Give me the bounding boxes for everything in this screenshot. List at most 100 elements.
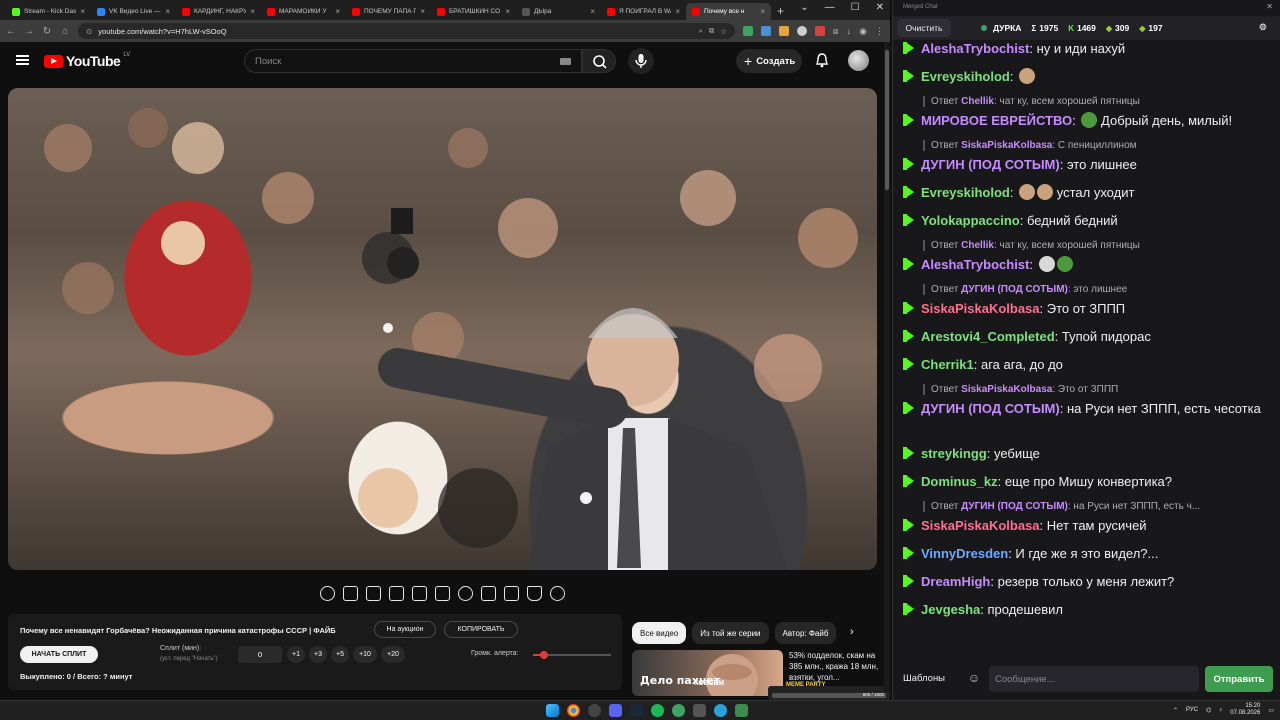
chat-username[interactable]: Evreyskiholod	[921, 69, 1010, 84]
clock[interactable]: 15:20 07.08.2026	[1230, 703, 1260, 717]
minimize-icon[interactable]: —	[825, 2, 835, 13]
network-icon[interactable]: ⌬	[1206, 707, 1211, 714]
notifications-bell-icon[interactable]	[814, 52, 830, 74]
search-button[interactable]	[582, 49, 616, 73]
account-avatar[interactable]	[848, 50, 869, 71]
filter-chip[interactable]: Автор: Файб	[774, 622, 837, 644]
page-scrollbar[interactable]	[884, 42, 890, 692]
browser-tab[interactable]: Почему все н ×	[686, 3, 771, 20]
copy-button[interactable]: КОПИРОВАТЬ	[444, 621, 518, 638]
keyboard-icon[interactable]	[560, 58, 571, 65]
filter-chip[interactable]: Все видео	[632, 622, 687, 644]
chat-username[interactable]: Dominus_kz	[921, 474, 998, 489]
spotify-icon[interactable]	[651, 704, 664, 717]
chat-username[interactable]: Yolokappaccino	[921, 213, 1020, 228]
puzzle-icon[interactable]: ⧈	[833, 26, 839, 37]
templates-button[interactable]: Шаблоны	[903, 673, 945, 684]
chat-username[interactable]: ДУГИН (ПОД СОТЫМ)	[921, 401, 1060, 416]
message-input[interactable]: Сообщение...	[989, 666, 1199, 692]
browser-tab[interactable]: ДЫра ×	[516, 3, 601, 20]
steam-icon[interactable]	[630, 704, 643, 717]
tab-close-icon[interactable]: ×	[760, 7, 765, 16]
clear-chat-button[interactable]: Очистить	[897, 19, 951, 37]
send-button[interactable]: Отправить	[1205, 666, 1273, 692]
chat-username[interactable]: VinnyDresden	[921, 546, 1008, 561]
extension-icon[interactable]	[778, 26, 789, 36]
reply-username[interactable]: Chellik	[961, 96, 994, 107]
guide-menu-icon[interactable]	[16, 55, 29, 65]
miniplayer-icon[interactable]	[412, 586, 427, 601]
step-button[interactable]: +1	[287, 646, 305, 663]
volume-icon[interactable]: ♪	[1219, 707, 1222, 713]
tab-close-icon[interactable]: ×	[505, 7, 510, 16]
telegram-icon[interactable]	[714, 704, 727, 717]
reply-username[interactable]: ДУГИН (ПОД СОТЫМ)	[961, 501, 1068, 512]
browser-tab[interactable]: VK Видео Live — ×	[91, 3, 176, 20]
flask-icon[interactable]	[527, 586, 542, 601]
chat-username[interactable]: SiskaPiskaKolbasa	[921, 301, 1040, 316]
tab-close-icon[interactable]: ×	[675, 7, 680, 16]
notification-icon[interactable]: ▭	[1268, 707, 1274, 714]
chat-message-list[interactable]: AleshaTrybochist: ну и иди нахуй Evreyski…	[893, 40, 1275, 660]
browser-tab[interactable]: МАРАМОЙКИ У ×	[261, 3, 346, 20]
chat-username[interactable]: Cherrik1	[921, 357, 974, 372]
chat-username[interactable]: ДУГИН (ПОД СОТЫМ)	[921, 157, 1060, 172]
filter-chip[interactable]: Из той же серии	[692, 622, 769, 644]
scrollbar-thumb[interactable]	[885, 50, 889, 190]
forward-icon[interactable]: →	[24, 26, 34, 37]
video-player[interactable]	[8, 88, 877, 570]
browser-tab[interactable]: КАРДИНГ, НАКРУ ×	[176, 3, 261, 20]
chat-username[interactable]: МИРОВОЕ ЕВРЕЙСТВО	[921, 113, 1072, 128]
browser-tab[interactable]: ПОЧЕМУ ПАПА П ×	[346, 3, 431, 20]
emoji-icon[interactable]: ☺	[965, 671, 983, 689]
chat-username[interactable]: Arestovi4_Completed	[921, 329, 1055, 344]
loop-icon[interactable]	[320, 586, 335, 601]
chevron-right-icon[interactable]: ›	[850, 626, 854, 638]
home-icon[interactable]: ⌂	[60, 26, 70, 37]
extension-icon[interactable]	[760, 26, 771, 36]
maximize-icon[interactable]: ☐	[851, 2, 860, 13]
obs-icon[interactable]	[588, 704, 601, 717]
step-button[interactable]: +3	[309, 646, 327, 663]
browser-tab[interactable]: Я ПОИГРАЛ В WA ×	[601, 3, 686, 20]
alert-volume-slider[interactable]	[533, 651, 611, 659]
gear-icon[interactable]	[550, 586, 565, 601]
chat-username[interactable]: streykingg	[921, 446, 987, 461]
step-button[interactable]: +20	[381, 646, 405, 663]
chevron-up-icon[interactable]: ⌃	[1173, 707, 1178, 714]
screen-add-icon[interactable]	[481, 586, 496, 601]
site-info-icon[interactable]: ⊙	[86, 27, 92, 36]
chat-username[interactable]: SiskaPiskaKolbasa	[921, 518, 1040, 533]
chat-username[interactable]: AleshaTrybochist	[921, 41, 1029, 56]
tab-close-icon[interactable]: ×	[590, 7, 595, 16]
youtube-logo[interactable]: YouTube LV	[44, 52, 130, 69]
tab-search-icon[interactable]: ⌄	[800, 2, 808, 13]
extension-icon[interactable]	[742, 26, 753, 36]
step-button[interactable]: +5	[331, 646, 349, 663]
discord-icon[interactable]	[609, 704, 622, 717]
start-split-button[interactable]: НАЧАТЬ СПЛИТ	[20, 646, 98, 663]
windows-start-icon[interactable]	[546, 704, 559, 717]
app-icon[interactable]	[735, 704, 748, 717]
tab-close-icon[interactable]: ×	[165, 7, 170, 16]
screenshot-icon[interactable]	[504, 586, 519, 601]
tab-close-icon[interactable]: ×	[335, 7, 340, 16]
profile-icon[interactable]: ◉	[859, 26, 867, 37]
playlist-icon[interactable]	[366, 586, 381, 601]
gear-icon[interactable]: ⚙	[1259, 22, 1267, 33]
address-bar[interactable]: ⊙ youtube.com/watch?v=H7hLW-vSOoQ ⌕ ⧉ ☆	[78, 23, 735, 39]
reload-icon[interactable]: ↻	[42, 26, 52, 37]
search-page-icon[interactable]: ⌕	[699, 26, 703, 36]
speed-icon[interactable]	[458, 586, 473, 601]
reply-username[interactable]: ДУГИН (ПОД СОТЫМ)	[961, 284, 1068, 295]
browser-tab[interactable]: БРАТИШКИН СО ×	[431, 3, 516, 20]
reply-username[interactable]: SiskaPiskaKolbasa	[961, 140, 1052, 151]
search-input[interactable]: Поиск	[244, 49, 582, 73]
language-indicator[interactable]: РУС	[1186, 707, 1198, 713]
extension-icon[interactable]	[814, 26, 825, 36]
menu-dots-icon[interactable]: ⋮	[875, 26, 884, 37]
close-window-icon[interactable]: ✕	[876, 2, 884, 13]
recommended-video-title[interactable]: 53% подделок, скам на 385 млн., кража 18…	[789, 650, 879, 683]
bookmark-star-icon[interactable]: ☆	[720, 27, 727, 36]
new-tab-button[interactable]: +	[771, 3, 790, 20]
